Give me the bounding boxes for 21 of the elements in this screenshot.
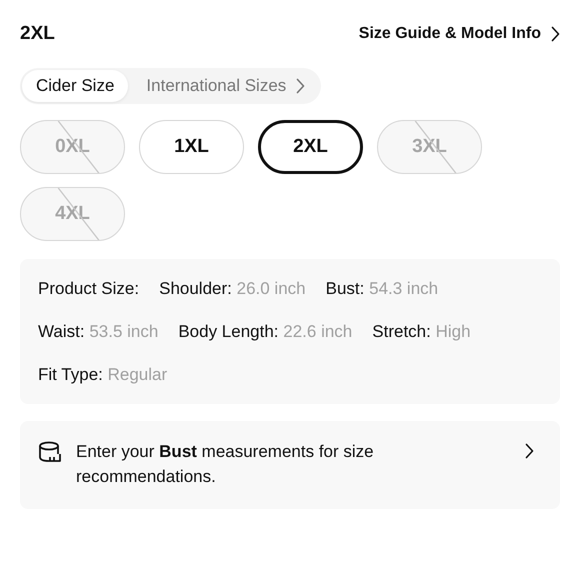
- size-guide-link[interactable]: Size Guide & Model Info: [358, 25, 560, 43]
- size-system-tab[interactable]: Cider Size: [22, 70, 128, 102]
- size-measurement: Bust: 54.3 inch: [326, 278, 438, 300]
- recommendation-text: Enter your Bust measurements for size recommendations.: [76, 441, 375, 488]
- size-option[interactable]: 2XL: [258, 120, 363, 174]
- size-measurement: Waist: 53.5 inch: [38, 321, 158, 343]
- size-option[interactable]: 1XL: [139, 120, 244, 174]
- chevron-right-icon: [296, 78, 306, 94]
- strike-line: [58, 121, 100, 173]
- size-system-tab[interactable]: International Sizes: [132, 70, 320, 102]
- chevron-right-icon: [551, 26, 560, 42]
- size-measurement: Shoulder: 26.0 inch: [159, 278, 306, 300]
- measuring-tape-icon: [38, 441, 62, 463]
- strike-line: [414, 121, 457, 173]
- size-measurement: Stretch: High: [372, 321, 471, 343]
- size-measurement: Body Length: 22.6 inch: [178, 321, 352, 343]
- recommendation-card[interactable]: Enter your Bust measurements for size recommendations.: [20, 421, 560, 509]
- size-measurement: Fit Type: Regular: [38, 364, 168, 386]
- chevron-right-icon: [525, 443, 534, 459]
- size-measurement: Product Size:: [38, 278, 140, 300]
- selected-size: 2XL: [20, 23, 55, 45]
